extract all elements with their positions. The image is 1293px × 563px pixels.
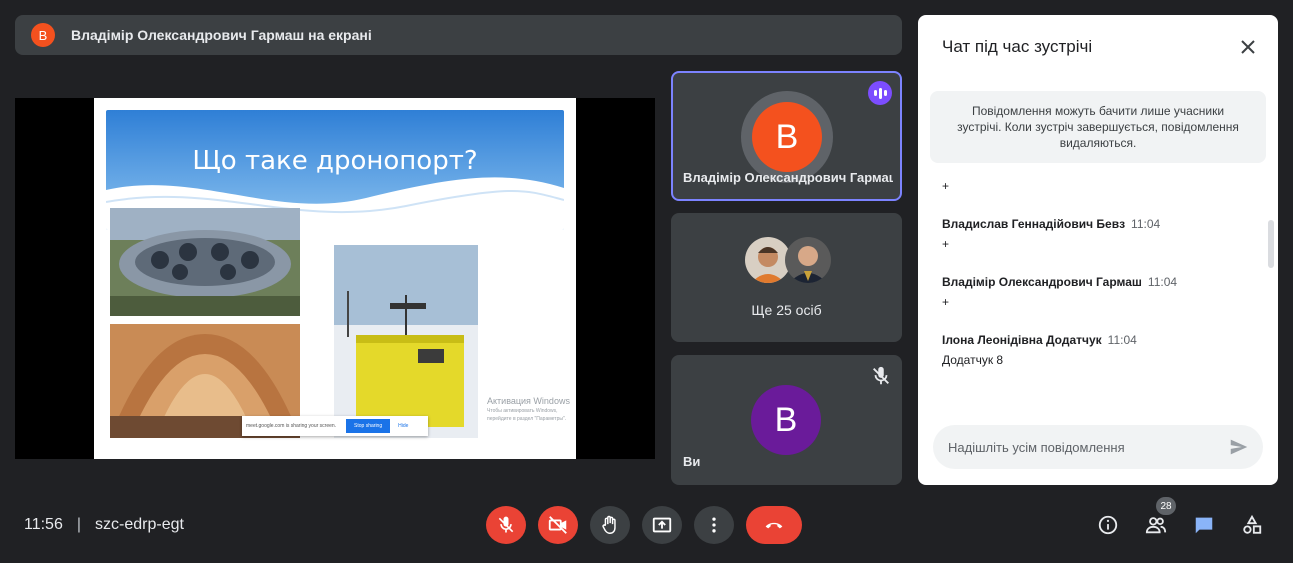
more-participants-tile[interactable]: Ще 25 осіб <box>671 213 902 342</box>
self-avatar: В <box>751 385 821 455</box>
people-button[interactable] <box>1143 512 1169 538</box>
leave-call-button[interactable] <box>746 506 802 544</box>
message-sender: Ілона Леонідівна Додатчук <box>942 333 1102 347</box>
raise-hand-icon <box>602 515 616 534</box>
chat-notice: Повідомлення можуть бачити лише учасники… <box>930 91 1266 163</box>
chat-icon <box>1195 517 1213 534</box>
message-sender: Владислав Геннадійович Бевз <box>942 217 1126 231</box>
activities-button[interactable] <box>1239 512 1265 538</box>
self-name: Ви <box>683 454 701 469</box>
raise-hand-button[interactable] <box>590 506 630 544</box>
participant-face <box>785 237 831 283</box>
presenter-name: Владімір Олександрович Гармаш <box>683 170 893 185</box>
camera-toggle-button[interactable] <box>538 506 578 544</box>
message-text: + <box>942 237 950 251</box>
send-icon[interactable] <box>1228 436 1250 458</box>
slide: Що таке дронопорт? Активация Windows Что… <box>94 98 576 459</box>
mic-toggle-button[interactable] <box>486 506 526 544</box>
present-screen-icon <box>652 517 672 533</box>
meet-window: В Владімір Олександрович Гармаш на екран… <box>0 0 1293 563</box>
participants-count-badge: 28 <box>1156 497 1176 515</box>
droneport-aerial-photo <box>110 208 300 316</box>
hide-button[interactable]: Hide <box>398 423 408 429</box>
message-time: 11:04 <box>1131 217 1161 231</box>
slide-title: Що таке дронопорт? <box>192 146 478 176</box>
meeting-separator: | <box>76 516 82 533</box>
close-icon[interactable] <box>1236 35 1260 59</box>
speaking-indicator-icon <box>868 81 892 105</box>
presenting-banner: В Владімір Олександрович Гармаш на екран… <box>15 15 902 55</box>
chat-message: + <box>942 179 1252 193</box>
chat-message: Владімір Олександрович Гармаш 11:04 + <box>942 273 1252 309</box>
participant-faces <box>745 237 835 285</box>
chat-messages: + Владислав Геннадійович Бевз 11:04 + Вла… <box>942 175 1252 389</box>
activities-icon <box>1243 514 1262 534</box>
presenter-tile[interactable]: В Владімір Олександрович Гармаш <box>671 71 902 201</box>
chat-title: Чат під час зустрічі <box>942 37 1093 56</box>
chat-message: Ілона Леонідівна Додатчук 11:04 Додатчук … <box>942 331 1252 367</box>
screen-share-bar: meet.google.com is sharing your screen. … <box>242 416 428 436</box>
mic-off-icon <box>498 516 514 533</box>
message-text: Додатчук 8 <box>942 353 1004 367</box>
message-time: 11:04 <box>1147 275 1178 289</box>
self-tile[interactable]: В Ви <box>671 355 902 485</box>
videocam-off-icon <box>548 516 567 534</box>
more-vert-icon <box>712 517 716 533</box>
chat-scrollbar[interactable] <box>1268 220 1274 268</box>
more-options-button[interactable] <box>694 506 734 544</box>
banner-avatar: В <box>31 23 55 47</box>
meeting-info: 11:56 | szc-edrp-egt <box>24 516 184 534</box>
mic-off-icon <box>873 366 889 385</box>
stop-sharing-button[interactable]: Stop sharing <box>346 419 391 433</box>
more-participants-label: Ще 25 осіб <box>751 302 822 318</box>
chat-input[interactable] <box>933 425 1263 469</box>
people-icon <box>1145 517 1167 534</box>
share-bar-text: meet.google.com is sharing your screen. <box>246 423 337 429</box>
call-end-icon <box>765 522 783 529</box>
banner-text: Владімір Олександрович Гармаш на екрані <box>71 27 372 43</box>
meeting-details-button[interactable] <box>1095 512 1121 538</box>
presentation-stage[interactable]: Що таке дронопорт? Активация Windows Что… <box>15 98 655 459</box>
info-icon <box>1098 515 1118 535</box>
windows-activation-watermark: Активация Windows Чтобы активировать Win… <box>487 396 570 422</box>
hive-container-photo <box>334 245 478 438</box>
message-time: 11:04 <box>1107 333 1137 347</box>
message-text: + <box>942 295 950 309</box>
presenter-avatar: В <box>752 102 822 172</box>
meeting-code: szc-edrp-egt <box>95 516 184 533</box>
chat-button[interactable] <box>1191 512 1217 538</box>
present-screen-button[interactable] <box>642 506 682 544</box>
message-text: + <box>942 179 950 193</box>
chat-message: Владислав Геннадійович Бевз 11:04 + <box>942 215 1252 251</box>
chat-panel: Чат під час зустрічі Повідомлення можуть… <box>918 15 1278 485</box>
meeting-time: 11:56 <box>24 516 63 533</box>
message-sender: Владімір Олександрович Гармаш <box>942 275 1142 289</box>
